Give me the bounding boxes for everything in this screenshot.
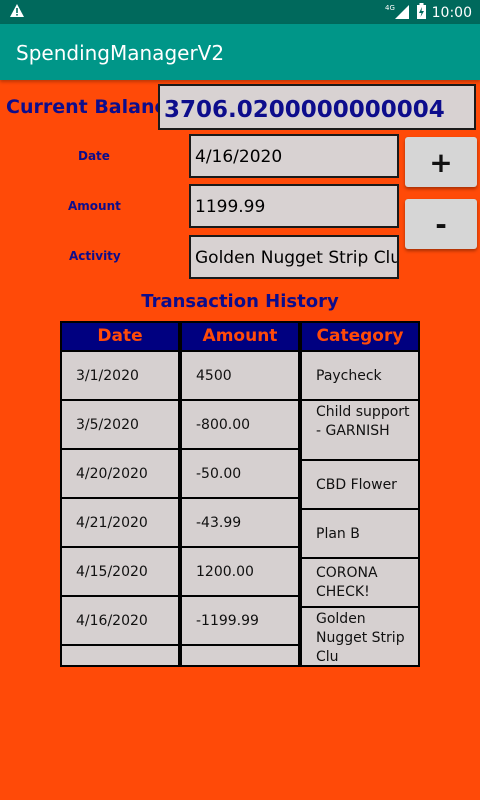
date-cell: 3/1/2020: [62, 352, 178, 399]
category-column: Category Paycheck Child support - GARNIS…: [300, 321, 420, 667]
transaction-table: Date 3/1/2020 3/5/2020 4/20/2020 4/21/20…: [60, 321, 420, 667]
warning-icon: [10, 4, 24, 22]
amount-cell: 4500: [182, 352, 298, 399]
category-cell: Child support - GARNISH: [302, 401, 418, 459]
amount-cell: -800.00: [182, 401, 298, 448]
history-title: Transaction History: [141, 291, 339, 312]
amount-cell-empty: [182, 646, 298, 665]
date-cell: 4/21/2020: [62, 499, 178, 546]
activity-label: Activity: [69, 249, 121, 263]
date-input[interactable]: 4/16/2020: [189, 134, 399, 178]
status-bar: 4G 10:00: [0, 0, 480, 24]
category-cell: Golden Nugget Strip Clu: [302, 608, 418, 665]
battery-icon: [416, 3, 426, 22]
activity-input-text: Golden Nugget Strip Clu: [195, 248, 399, 268]
date-cell-empty: [62, 646, 178, 665]
date-cell: 4/15/2020: [62, 548, 178, 595]
network-type-label: 4G: [385, 4, 395, 12]
amount-cell: -1199.99: [182, 597, 298, 644]
amount-cell: 1200.00: [182, 548, 298, 595]
date-cell: 3/5/2020: [62, 401, 178, 448]
signal-icon: 4G: [385, 3, 411, 22]
add-button[interactable]: +: [405, 137, 477, 187]
category-cell: CORONA CHECK!: [302, 559, 418, 606]
date-column: Date 3/1/2020 3/5/2020 4/20/2020 4/21/20…: [60, 321, 180, 667]
amount-cell: -43.99: [182, 499, 298, 546]
category-cell: CBD Flower: [302, 461, 418, 508]
amount-column: Amount 4500 -800.00 -50.00 -43.99 1200.0…: [180, 321, 300, 667]
clock: 10:00: [431, 4, 472, 21]
app-bar: SpendingManagerV2: [0, 24, 480, 80]
activity-input[interactable]: Golden Nugget Strip Clu: [189, 235, 399, 279]
category-cell: Plan B: [302, 510, 418, 557]
amount-cell: -50.00: [182, 450, 298, 497]
date-label: Date: [78, 149, 110, 163]
date-cell: 4/20/2020: [62, 450, 178, 497]
amount-label: Amount: [68, 199, 121, 213]
date-cell: 4/16/2020: [62, 597, 178, 644]
amount-input[interactable]: 1199.99: [189, 184, 399, 228]
balance-value: 3706.0200000000004: [158, 84, 476, 130]
date-header: Date: [62, 323, 178, 350]
app-title: SpendingManagerV2: [16, 41, 225, 65]
subtract-button[interactable]: -: [405, 199, 477, 249]
category-cell: Paycheck: [302, 352, 418, 399]
category-header: Category: [302, 323, 418, 350]
amount-header: Amount: [182, 323, 298, 350]
